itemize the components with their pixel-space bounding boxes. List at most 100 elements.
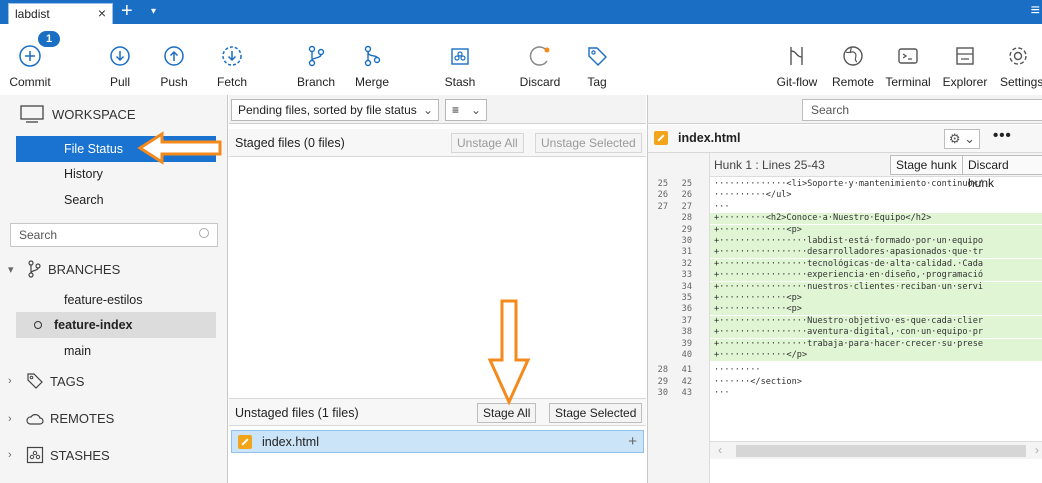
dashed-arrow-down-circle-icon xyxy=(222,46,242,66)
settings-button[interactable]: Settings xyxy=(994,24,1042,95)
terminal-button[interactable]: Terminal xyxy=(880,24,936,95)
monitor-icon xyxy=(20,105,44,123)
code-text: +·············<p> xyxy=(714,293,802,303)
stash-icon xyxy=(451,48,469,65)
branch-label: Branch xyxy=(296,75,336,89)
new-line-number: 40 xyxy=(681,350,692,360)
code-text: +·················trabaja·para·hacer·cre… xyxy=(714,338,984,349)
stage-file-plus-icon[interactable]: + xyxy=(628,433,637,450)
list-view-icon: ≡ xyxy=(452,103,460,117)
fetch-button[interactable]: Fetch xyxy=(210,24,254,95)
gitflow-button[interactable]: Git-flow xyxy=(770,24,824,95)
remote-label: Remote xyxy=(831,75,875,89)
diff-search-input[interactable]: Search xyxy=(802,99,1042,121)
view-mode-dropdown[interactable]: ≡ ⌄ xyxy=(445,99,487,121)
diff-added-line: 34 +·················nuestros·clientes·re… xyxy=(682,281,1042,293)
discard-hunk-button[interactable]: Discard hunk xyxy=(962,155,1042,190)
new-tab-icon[interactable]: + xyxy=(121,0,133,22)
diff-added-line: 30 +·················labdist·está·formado… xyxy=(682,236,1042,247)
old-line-number: 26 xyxy=(657,190,668,201)
branch-item-main[interactable]: main xyxy=(16,338,216,364)
unstaged-file-name: index.html xyxy=(262,434,319,449)
unstaged-files-header: Unstaged files (1 files) Stage All Stage… xyxy=(229,398,646,426)
unstage-selected-button[interactable]: Unstage Selected xyxy=(535,133,642,153)
menu-icon[interactable]: ≡ xyxy=(1031,0,1040,22)
sort-dropdown[interactable]: Pending files, sorted by file status ⌄ xyxy=(231,99,439,121)
merge-label: Merge xyxy=(354,75,389,89)
diff-context-line: 26 26 ··········</ul> xyxy=(648,190,1042,201)
merge-icon xyxy=(364,45,381,67)
diff-code-view[interactable]: 25 25 ··············<li>Soporte·y·mantenim… xyxy=(648,179,1042,441)
code-text: +·················nuestros·clientes·reci… xyxy=(714,281,984,292)
hunk-label: Hunk 1 : Lines 25-43 xyxy=(714,158,825,172)
code-text: ········· xyxy=(714,365,761,376)
old-line-number: 28 xyxy=(657,365,668,376)
folder-icon xyxy=(956,47,974,65)
diff-context-line: 29 42 ·······</section> xyxy=(648,377,1042,388)
unstaged-file-row[interactable]: index.html + xyxy=(231,430,644,453)
tag-label: Tag xyxy=(587,75,607,89)
diff-added-line: 28 +·········<h2>Conoce·a·Nuestro·Equipo<… xyxy=(682,213,1042,225)
remotes-section[interactable]: › REMOTES xyxy=(8,411,114,426)
old-line-number: 27 xyxy=(657,201,668,212)
branch-item-label: feature-index xyxy=(54,318,133,332)
more-options-icon[interactable]: ••• xyxy=(993,127,1012,144)
tags-section[interactable]: › TAGS xyxy=(8,372,84,390)
horizontal-scrollbar[interactable]: ‹ › xyxy=(710,441,1042,459)
scrollbar-thumb[interactable] xyxy=(736,445,1026,457)
code-text: +·················aventura·digital,·con·… xyxy=(714,327,984,338)
sort-dropdown-value: Pending files, sorted by file status xyxy=(238,103,417,117)
sidebar-search-input[interactable]: Search xyxy=(10,223,218,247)
code-text: +·············<p> xyxy=(714,224,802,235)
diff-added-line: 37 +·················Nuestro·objetivo·es·… xyxy=(682,315,1042,327)
repo-tab-label: labdist xyxy=(15,7,50,21)
new-line-number: 28 xyxy=(681,213,692,224)
explorer-button[interactable]: Explorer xyxy=(938,24,992,95)
stash-label: Stash xyxy=(444,75,476,89)
unstage-all-button[interactable]: Unstage All xyxy=(451,133,524,153)
code-text: +·············</p> xyxy=(714,350,808,360)
new-line-number: 43 xyxy=(681,388,692,399)
old-line-number: 25 xyxy=(657,179,668,189)
tag-icon xyxy=(27,373,43,389)
tags-heading: TAGS xyxy=(50,373,85,389)
branches-section[interactable]: ▾ BRANCHES xyxy=(8,260,120,278)
close-tab-icon[interactable]: × xyxy=(98,5,106,21)
branch-button[interactable]: Branch xyxy=(292,24,340,95)
merge-button[interactable]: Merge xyxy=(348,24,396,95)
modified-file-icon xyxy=(654,131,668,145)
tag-button[interactable]: Tag xyxy=(578,24,616,95)
discard-button[interactable]: Discard xyxy=(516,24,564,95)
branch-item-feature-estilos[interactable]: feature-estilos xyxy=(16,287,216,313)
branch-item-feature-index[interactable]: feature-index xyxy=(16,312,216,338)
repo-tab[interactable]: labdist × xyxy=(8,3,113,24)
stage-hunk-button[interactable]: Stage hunk xyxy=(890,155,963,175)
pull-button[interactable]: Pull xyxy=(98,24,142,95)
scroll-right-icon[interactable]: › xyxy=(1035,443,1039,457)
code-text: ··············<li>Soporte·y·mantenimient… xyxy=(714,179,984,189)
gear-icon xyxy=(1009,47,1027,65)
tab-list-chevron-icon[interactable]: ▾ xyxy=(151,2,156,22)
stashes-section[interactable]: › STASHES xyxy=(8,446,110,464)
stage-selected-button[interactable]: Stage Selected xyxy=(549,403,643,423)
new-line-number: 30 xyxy=(681,236,692,246)
stash-button[interactable]: Stash xyxy=(438,24,482,95)
file-filter-bar: Pending files, sorted by file status ⌄ ≡… xyxy=(229,95,646,124)
chevron-down-icon: ▾ xyxy=(8,263,14,276)
chevron-down-icon: ⌄ xyxy=(470,103,481,117)
new-line-number: 39 xyxy=(681,338,692,349)
new-line-number: 33 xyxy=(681,270,692,281)
workspace-section: WORKSPACE xyxy=(20,105,136,123)
sidebar-item-search[interactable]: Search xyxy=(16,187,216,213)
remote-button[interactable]: Remote xyxy=(828,24,878,95)
commit-count-badge: 1 xyxy=(38,31,60,47)
workspace-heading: WORKSPACE xyxy=(52,106,136,122)
diff-search-placeholder: Search xyxy=(811,103,850,117)
search-icon xyxy=(199,228,209,238)
diff-options-gear-icon[interactable]: ⚙ ⌄ xyxy=(944,129,980,149)
new-line-number: 34 xyxy=(681,281,692,292)
push-button[interactable]: Push xyxy=(152,24,196,95)
new-line-number: 42 xyxy=(681,376,692,387)
new-line-number: 27 xyxy=(681,201,692,212)
scroll-left-icon[interactable]: ‹ xyxy=(718,443,722,457)
